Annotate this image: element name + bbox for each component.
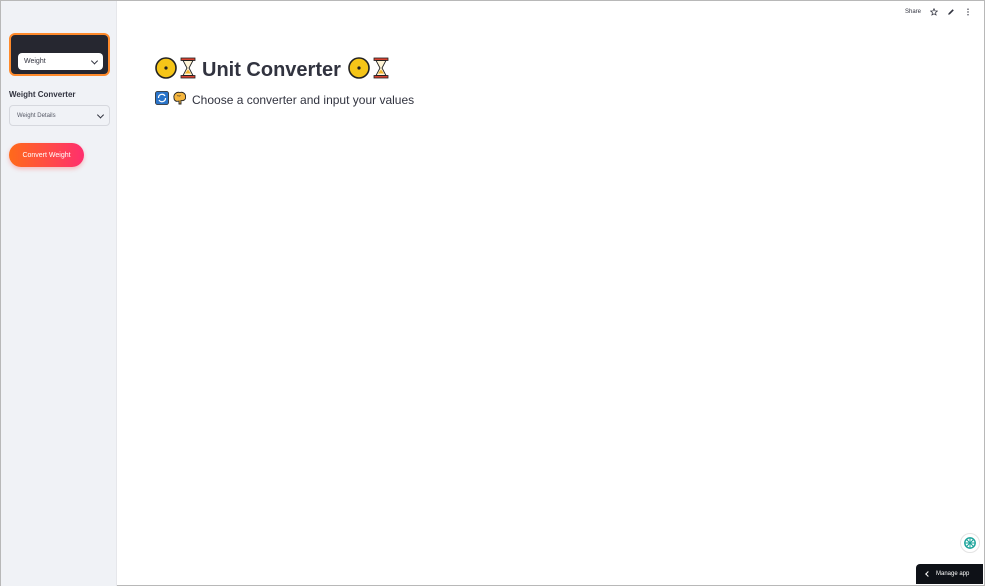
chevron-left-icon bbox=[925, 571, 931, 577]
pencil-icon[interactable] bbox=[947, 8, 955, 16]
hourglass-icon bbox=[180, 57, 196, 84]
star-icon[interactable] bbox=[930, 8, 938, 16]
section-label: Weight Converter bbox=[9, 90, 76, 99]
assistant-icon[interactable] bbox=[960, 533, 980, 553]
refresh-icon bbox=[155, 90, 169, 110]
converter-select[interactable]: Weight bbox=[18, 53, 103, 70]
title-row: Unit Converter bbox=[155, 56, 414, 84]
manage-app-label: Manage app bbox=[936, 571, 970, 577]
yellow-disc-icon bbox=[348, 56, 370, 84]
page-subtitle: Choose a converter and input your values bbox=[192, 93, 415, 107]
convert-weight-button[interactable]: Convert Weight bbox=[9, 143, 84, 167]
more-vertical-icon[interactable] bbox=[964, 8, 972, 16]
app-window: Weight Weight Converter Weight Details C… bbox=[0, 0, 985, 586]
brain-icon bbox=[172, 91, 187, 110]
chevron-down-icon bbox=[90, 56, 99, 65]
yellow-disc-icon bbox=[155, 56, 177, 84]
sidebar: Weight Weight Converter Weight Details C… bbox=[1, 1, 117, 586]
converter-select-value: Weight bbox=[24, 58, 46, 65]
subtitle-row: Choose a converter and input your values bbox=[155, 90, 415, 110]
main-content: Unit Converter Choose a converter and in… bbox=[155, 56, 415, 110]
hourglass-icon bbox=[373, 57, 389, 84]
converter-select-card: Weight bbox=[9, 33, 110, 76]
weight-details-select[interactable]: Weight Details bbox=[9, 105, 110, 126]
top-toolbar: Share bbox=[905, 8, 972, 16]
share-button[interactable]: Share bbox=[905, 9, 921, 15]
page-title: Unit Converter bbox=[202, 58, 341, 81]
weight-details-value: Weight Details bbox=[17, 112, 56, 119]
manage-app-button[interactable]: Manage app bbox=[916, 564, 983, 584]
chevron-down-icon bbox=[96, 110, 105, 119]
